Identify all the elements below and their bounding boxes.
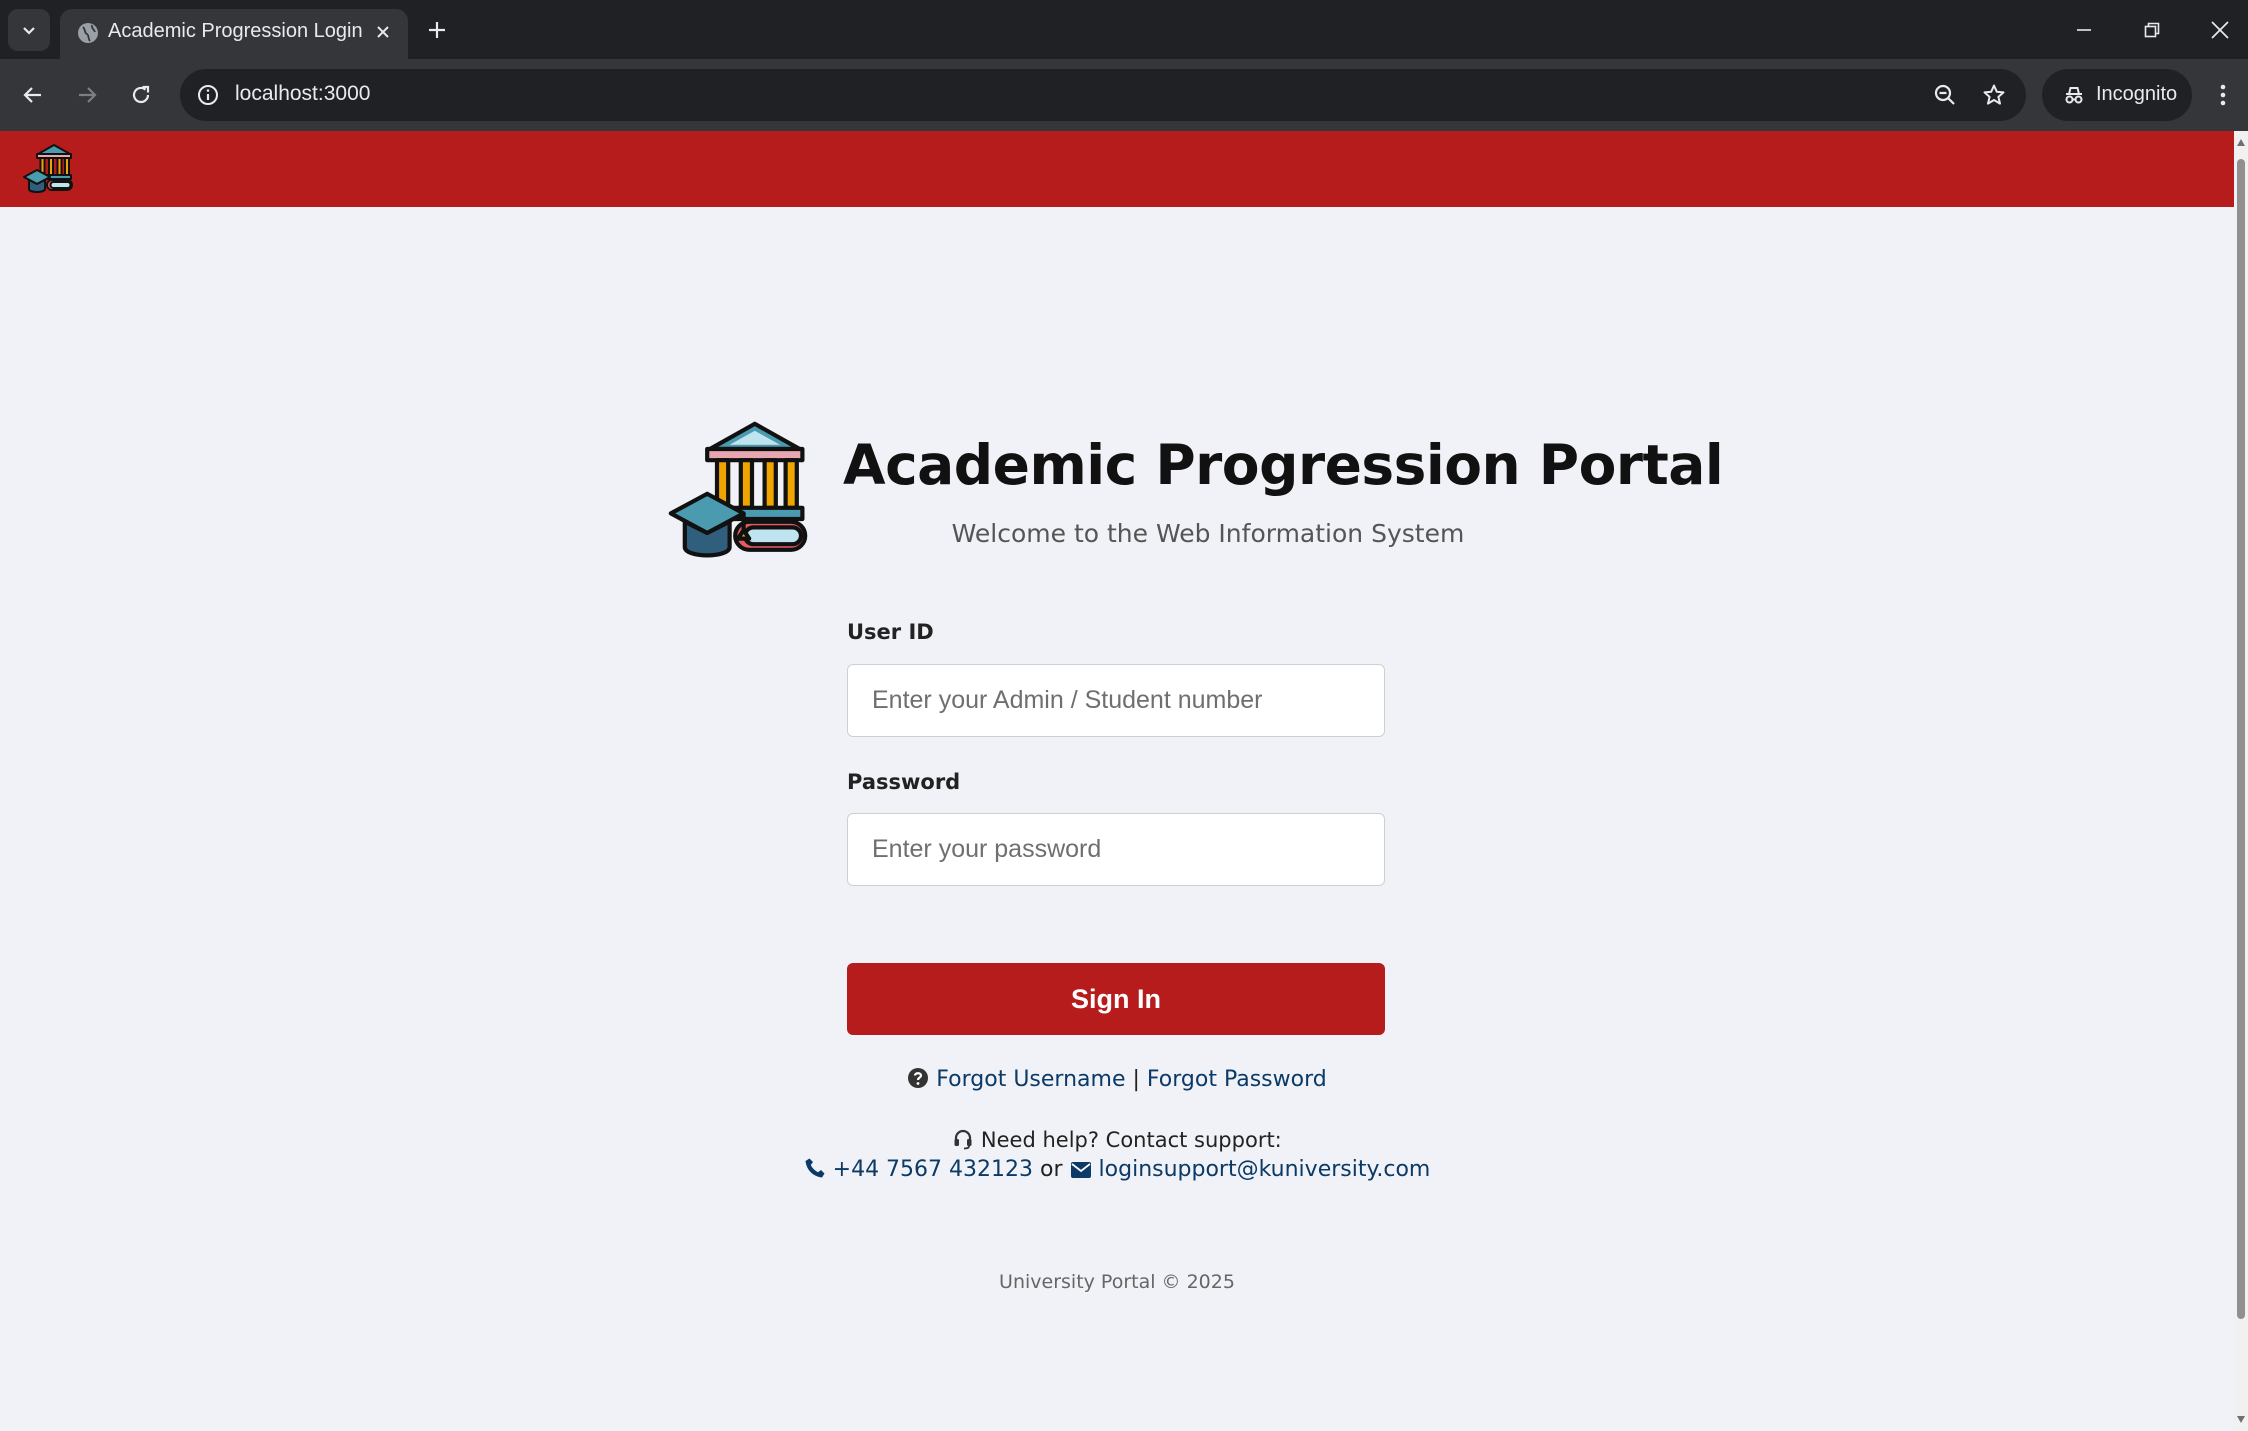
browser-tab-strip: Academic Progression Login bbox=[0, 0, 2248, 59]
page-scrollbar[interactable] bbox=[2234, 131, 2248, 1431]
kebab-icon bbox=[2220, 84, 2226, 106]
question-circle-icon bbox=[908, 1068, 929, 1088]
page-title: Academic Progression Portal bbox=[843, 433, 1724, 497]
link-separator: | bbox=[1132, 1067, 1140, 1092]
scrollbar-thumb[interactable] bbox=[2237, 159, 2245, 1319]
support-email-link[interactable]: loginsupport@kuniversity.com bbox=[1099, 1157, 1431, 1182]
zoom-button[interactable] bbox=[1928, 78, 1962, 112]
support-help-text: Need help? Contact support: bbox=[980, 1128, 1282, 1152]
forgot-links: Forgot Username | Forgot Password bbox=[0, 1067, 2234, 1092]
incognito-label: Incognito bbox=[2096, 83, 2178, 105]
university-logo-icon bbox=[668, 421, 808, 558]
globe-icon bbox=[78, 23, 98, 43]
user-id-input[interactable] bbox=[847, 664, 1385, 737]
support-help: Need help? Contact support: bbox=[0, 1128, 2234, 1152]
password-input[interactable] bbox=[847, 813, 1385, 886]
forward-button[interactable] bbox=[66, 74, 108, 116]
back-button[interactable] bbox=[12, 74, 54, 116]
scroll-up-arrow[interactable] bbox=[2237, 139, 2245, 146]
headset-icon bbox=[954, 1129, 972, 1150]
incognito-indicator[interactable]: Incognito bbox=[2042, 69, 2192, 121]
tab-search-button[interactable] bbox=[8, 9, 50, 51]
address-bar[interactable]: localhost:3000 bbox=[180, 69, 2026, 121]
user-id-label: User ID bbox=[847, 620, 934, 644]
forgot-password-link[interactable]: Forgot Password bbox=[1147, 1067, 1327, 1092]
page-footer: University Portal © 2025 bbox=[999, 1271, 1235, 1293]
sign-in-button[interactable]: Sign In bbox=[847, 963, 1385, 1035]
restore-button[interactable] bbox=[2130, 10, 2174, 50]
back-icon bbox=[23, 87, 41, 103]
bookmark-button[interactable] bbox=[1977, 78, 2011, 112]
zoom-icon bbox=[1934, 84, 1955, 105]
site-header bbox=[0, 131, 2234, 207]
minimize-button[interactable] bbox=[2062, 10, 2106, 50]
restore-icon bbox=[2144, 22, 2160, 38]
site-info-button[interactable] bbox=[192, 79, 224, 111]
tab-list-icon bbox=[23, 27, 35, 35]
support-or-text: or bbox=[1040, 1157, 1063, 1182]
tab-title: Academic Progression Login bbox=[108, 20, 363, 42]
close-icon bbox=[2211, 21, 2229, 39]
university-logo-icon[interactable] bbox=[23, 143, 73, 195]
close-icon bbox=[377, 26, 389, 38]
window-close-button[interactable] bbox=[2198, 10, 2242, 50]
scroll-down-arrow[interactable] bbox=[2237, 1416, 2245, 1423]
reload-icon bbox=[132, 85, 150, 104]
plus-icon bbox=[429, 22, 445, 38]
password-label: Password bbox=[847, 770, 961, 794]
forward-icon bbox=[79, 87, 97, 103]
active-tab[interactable]: Academic Progression Login bbox=[60, 9, 408, 59]
url-text: localhost:3000 bbox=[235, 82, 371, 105]
reload-button[interactable] bbox=[120, 74, 162, 116]
page-subtitle: Welcome to the Web Information System bbox=[951, 519, 1465, 548]
forgot-username-link[interactable]: Forgot Username bbox=[936, 1067, 1125, 1092]
info-icon bbox=[198, 85, 218, 105]
envelope-icon bbox=[1070, 1162, 1091, 1178]
incognito-icon bbox=[2065, 87, 2083, 104]
support-contacts: +44 7567 432123 or loginsupport@kunivers… bbox=[0, 1157, 2234, 1182]
minimize-icon bbox=[2077, 29, 2091, 31]
browser-toolbar: localhost:3000 Incognito bbox=[0, 59, 2248, 131]
support-phone-link[interactable]: +44 7567 432123 bbox=[833, 1157, 1033, 1182]
new-tab-button[interactable] bbox=[420, 13, 454, 47]
phone-icon bbox=[805, 1158, 825, 1178]
tab-close-button[interactable] bbox=[368, 17, 398, 47]
page-viewport: Academic Progression Portal Welcome to t… bbox=[0, 131, 2234, 1431]
browser-menu-button[interactable] bbox=[2206, 74, 2240, 116]
star-icon bbox=[1983, 84, 2005, 105]
